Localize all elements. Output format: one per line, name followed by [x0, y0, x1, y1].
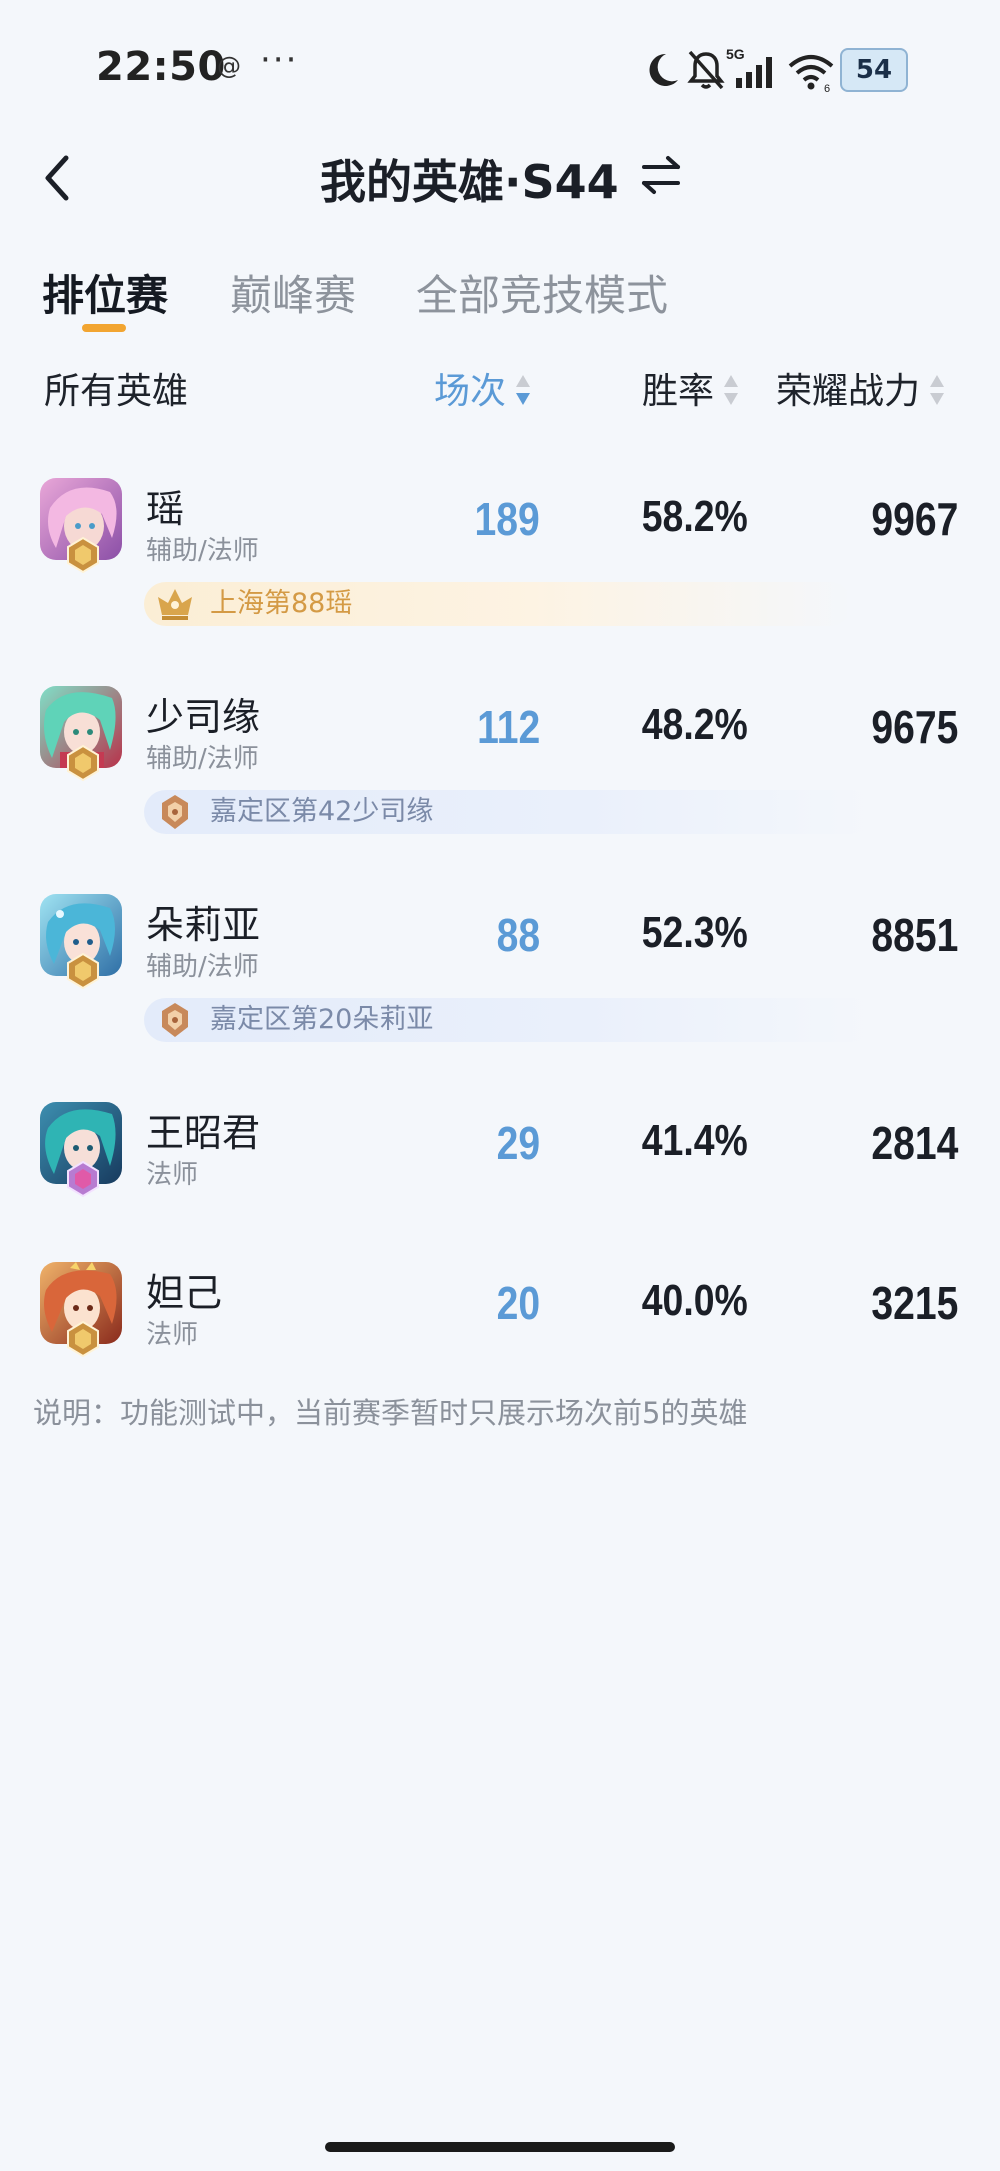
network-type-label: 5G — [726, 46, 745, 62]
rank-emblem-icon — [67, 1320, 99, 1358]
matches-column-label: 场次 — [434, 371, 507, 412]
at-icon: @ — [217, 52, 241, 80]
hero-rank-badge[interactable]: 上海第88瑶 — [144, 582, 852, 626]
mode-tabs: 排位赛 巅峰赛 全部竞技模式 — [0, 262, 1000, 332]
rank-emblem-icon — [67, 1160, 99, 1198]
home-indicator[interactable] — [325, 2142, 675, 2152]
swap-arrows-icon[interactable] — [638, 152, 684, 198]
sort-icon — [930, 375, 945, 405]
hero-role: 辅助/法师 — [146, 744, 259, 774]
hero-role: 法师 — [146, 1160, 199, 1190]
hero-matches: 20 — [496, 1277, 540, 1329]
battery-icon: 54 — [840, 48, 908, 92]
rank-badge-label: 嘉定区第20朵莉亚 — [210, 1004, 434, 1035]
rank-badge-label: 上海第88瑶 — [210, 588, 353, 619]
hero-rank-badge[interactable]: 嘉定区第20朵莉亚 — [144, 998, 874, 1042]
tab-ranked[interactable]: 排位赛 — [42, 262, 168, 323]
hero-role: 辅助/法师 — [146, 952, 259, 982]
footnote: 说明：功能测试中，当前赛季暂时只展示场次前5的英雄 — [33, 1396, 748, 1430]
bronze-rank-badge-icon — [162, 1003, 188, 1037]
chevron-left-icon[interactable] — [38, 150, 78, 206]
moon-icon — [649, 53, 678, 86]
hero-power: 2814 — [871, 1117, 958, 1169]
page-title: 我的英雄·S44 — [320, 155, 619, 209]
bronze-rank-badge-icon — [162, 795, 188, 829]
more-notifications-icon: ··· — [260, 40, 299, 80]
hero-role: 辅助/法师 — [146, 536, 259, 566]
hero-name: 少司缘 — [146, 695, 261, 739]
hero-avatar — [40, 686, 124, 782]
hero-matches: 112 — [476, 701, 540, 753]
hero-avatar — [40, 1102, 124, 1198]
sort-icon — [724, 375, 739, 405]
hero-power: 8851 — [871, 909, 958, 961]
hero-winrate: 41.4% — [641, 1116, 748, 1165]
hero-power: 9967 — [871, 493, 958, 545]
active-tab-indicator — [82, 324, 126, 332]
hero-winrate: 58.2% — [641, 492, 748, 541]
hero-power: 9675 — [871, 701, 958, 753]
bell-off-icon — [687, 50, 725, 90]
signal-icon: 5G — [726, 46, 772, 88]
hero-avatar — [40, 478, 124, 574]
tab-all-modes[interactable]: 全部竞技模式 — [416, 262, 668, 323]
status-bar: 22:50 @ ··· 5G 6 54 — [0, 0, 1000, 140]
rank-emblem-icon — [67, 744, 99, 782]
hero-name: 瑶 — [146, 487, 185, 531]
hero-matches: 29 — [496, 1117, 540, 1169]
column-header: 所有英雄 场次 胜率 荣耀战力 — [0, 362, 1000, 422]
hero-winrate: 52.3% — [641, 908, 748, 957]
status-time: 22:50 — [96, 44, 226, 90]
hero-avatar — [40, 1262, 124, 1358]
svg-text:6: 6 — [824, 83, 830, 94]
hero-avatar — [40, 894, 124, 990]
hero-winrate: 48.2% — [641, 700, 748, 749]
sort-matches-button[interactable]: 场次 — [434, 362, 532, 414]
winrate-column-label: 胜率 — [642, 371, 715, 412]
sort-power-button[interactable]: 荣耀战力 — [776, 362, 946, 414]
all-heroes-filter[interactable]: 所有英雄 — [44, 362, 188, 414]
sort-winrate-button[interactable]: 胜率 — [642, 362, 740, 414]
wifi-icon: 6 — [788, 55, 834, 94]
power-column-label: 荣耀战力 — [776, 371, 921, 412]
hero-rank-badge[interactable]: 嘉定区第42少司缘 — [144, 790, 874, 834]
rank-emblem-icon — [67, 952, 99, 990]
hero-name: 妲己 — [146, 1271, 223, 1315]
sort-desc-icon — [516, 375, 531, 405]
hero-matches: 88 — [496, 909, 540, 961]
hero-matches: 189 — [474, 493, 540, 545]
hero-name: 朵莉亚 — [146, 903, 261, 947]
hero-name: 王昭君 — [146, 1111, 261, 1155]
hero-winrate: 40.0% — [641, 1276, 748, 1325]
gold-rank-badge-icon — [158, 589, 192, 620]
hero-role: 法师 — [146, 1320, 199, 1350]
rank-emblem-icon — [67, 536, 99, 574]
rank-badge-label: 嘉定区第42少司缘 — [210, 796, 434, 827]
hero-power: 3215 — [871, 1277, 958, 1329]
tab-peak[interactable]: 巅峰赛 — [230, 262, 356, 323]
